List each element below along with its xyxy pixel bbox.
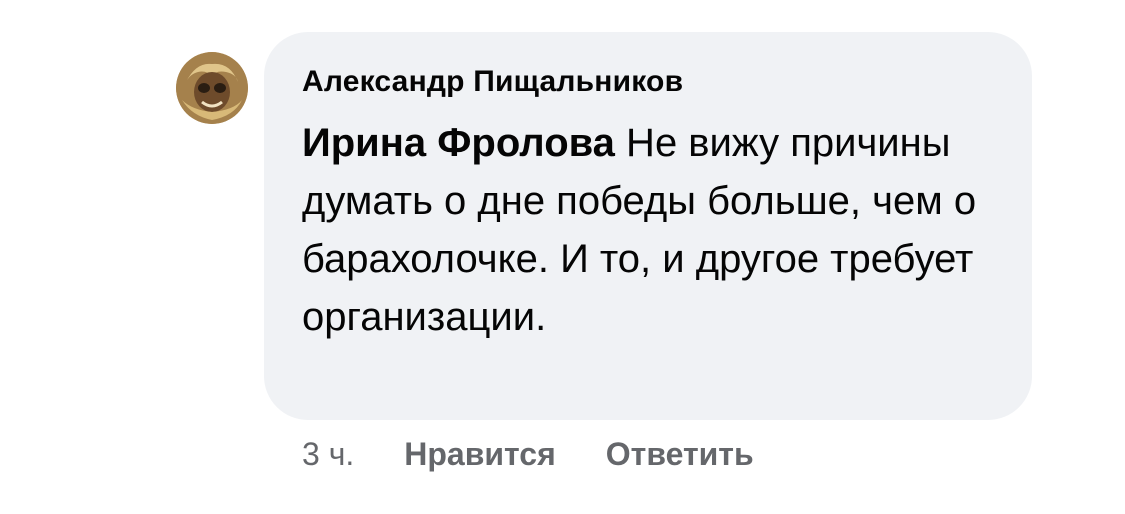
reply-button[interactable]: Ответить — [606, 436, 754, 473]
comment-mention[interactable]: Ирина Фролова — [302, 121, 615, 165]
comment-author[interactable]: Александр Пищальников — [302, 60, 998, 104]
like-button[interactable]: Нравится — [404, 436, 556, 473]
comment-text: Ирина Фролова Не вижу причины думать о д… — [302, 114, 1002, 346]
comment-actions: 3 ч. Нравится Ответить — [302, 430, 754, 478]
comment-timestamp[interactable]: 3 ч. — [302, 436, 354, 473]
comment-bubble: Александр Пищальников Ирина Фролова Не в… — [264, 32, 1032, 420]
avatar[interactable] — [176, 52, 248, 124]
user-avatar-icon — [176, 52, 248, 124]
